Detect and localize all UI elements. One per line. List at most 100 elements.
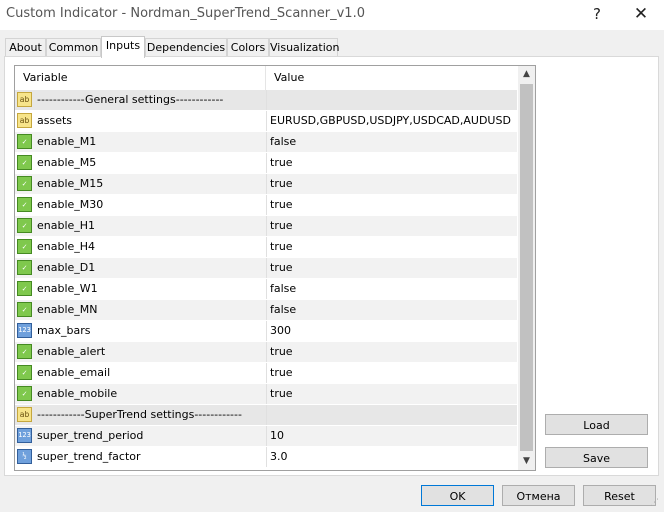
variable-cell: ✓ enable_H4 [15, 237, 267, 257]
variable-cell: 123 max_bars [15, 321, 267, 341]
table-row[interactable]: ✓ enable_M30 true [15, 195, 517, 216]
column-header-value[interactable]: Value [266, 66, 514, 90]
variable-cell: ✓ enable_W1 [15, 279, 267, 299]
variable-name: enable_D1 [37, 261, 96, 274]
text-type-icon: ab [17, 113, 32, 128]
integer-type-icon: 123 [17, 428, 32, 443]
bool-type-icon: ✓ [17, 197, 32, 212]
grid-header: Variable Value [15, 66, 517, 90]
tab-about[interactable]: About [5, 38, 46, 57]
table-row[interactable]: ✓ enable_D1 true [15, 258, 517, 279]
close-icon[interactable]: ✕ [626, 3, 656, 25]
variable-cell: ✓ enable_M1 [15, 132, 267, 152]
load-button[interactable]: Load [545, 414, 648, 435]
variable-cell: 123 super_trend_period [15, 426, 267, 446]
table-row[interactable]: ✓ enable_H1 true [15, 216, 517, 237]
variable-cell: ✓ enable_M5 [15, 153, 267, 173]
variable-cell: ✓ enable_H1 [15, 216, 267, 236]
variable-cell: ✓ enable_email [15, 363, 267, 383]
bool-type-icon: ✓ [17, 344, 32, 359]
value-cell [267, 90, 520, 110]
table-row[interactable]: ab assets EURUSD,GBPUSD,USDJPY,USDCAD,AUDU… [15, 111, 517, 132]
variable-cell: ✓ enable_M30 [15, 195, 267, 215]
section-row[interactable]: ab ------------General settings----------… [15, 90, 517, 111]
variable-cell: ab ------------SuperTrend settings-------… [15, 405, 267, 425]
tab-visualization[interactable]: Visualization [269, 38, 339, 57]
bool-type-icon: ✓ [17, 365, 32, 380]
value-cell[interactable]: true [267, 363, 520, 383]
resize-grip-icon[interactable]: ⋰ [650, 498, 662, 510]
value-cell[interactable]: 10 [267, 426, 520, 446]
value-cell[interactable]: true [267, 258, 520, 278]
variable-name: enable_M15 [37, 177, 104, 190]
variable-cell: ab assets [15, 111, 267, 131]
bool-type-icon: ✓ [17, 218, 32, 233]
value-cell[interactable]: false [267, 132, 520, 152]
section-row[interactable]: ab ------------SuperTrend settings-------… [15, 405, 517, 426]
reset-button[interactable]: Reset [583, 485, 656, 506]
variable-name: enable_M30 [37, 198, 104, 211]
table-row[interactable]: ✓ enable_M5 true [15, 153, 517, 174]
help-icon[interactable]: ? [582, 3, 612, 25]
bool-type-icon: ✓ [17, 134, 32, 149]
inputs-grid: Variable Value ab ------------General set… [14, 65, 536, 471]
table-row[interactable]: 123 max_bars 300 [15, 321, 517, 342]
variable-cell: ✓ enable_alert [15, 342, 267, 362]
scroll-up-icon[interactable]: ▲ [518, 66, 535, 83]
variable-name: enable_alert [37, 345, 106, 358]
variable-name: ------------General settings------------ [37, 93, 224, 106]
variable-name: enable_email [37, 366, 111, 379]
table-row[interactable]: ½ super_trend_factor 3.0 [15, 447, 517, 468]
table-row[interactable]: ✓ enable_W1 false [15, 279, 517, 300]
value-cell[interactable]: false [267, 279, 520, 299]
value-cell[interactable]: 300 [267, 321, 520, 341]
scroll-thumb[interactable] [520, 84, 533, 451]
tab-common[interactable]: Common [46, 38, 101, 57]
column-header-variable[interactable]: Variable [15, 66, 266, 90]
table-row[interactable]: ✓ enable_mobile true [15, 384, 517, 405]
value-cell[interactable]: true [267, 216, 520, 236]
variable-cell: ✓ enable_MN [15, 300, 267, 320]
ok-button[interactable]: OK [421, 485, 494, 506]
value-cell[interactable]: false [267, 300, 520, 320]
variable-name: super_trend_period [37, 429, 144, 442]
table-row[interactable]: ✓ enable_alert true [15, 342, 517, 363]
variable-name: enable_H1 [37, 219, 96, 232]
value-cell[interactable]: EURUSD,GBPUSD,USDJPY,USDCAD,AUDUSD [267, 111, 520, 131]
variable-name: enable_M1 [37, 135, 97, 148]
scroll-down-icon[interactable]: ▼ [518, 453, 535, 470]
variable-name: enable_M5 [37, 156, 97, 169]
value-cell[interactable]: true [267, 153, 520, 173]
variable-cell: ✓ enable_D1 [15, 258, 267, 278]
bool-type-icon: ✓ [17, 386, 32, 401]
value-cell[interactable]: true [267, 342, 520, 362]
tab-colors[interactable]: Colors [227, 38, 269, 57]
double-type-icon: ½ [17, 449, 32, 464]
table-row[interactable]: ✓ enable_M1 false [15, 132, 517, 153]
grid-rows: ab ------------General settings----------… [15, 90, 517, 468]
table-row[interactable]: ✓ enable_M15 true [15, 174, 517, 195]
table-row[interactable]: ✓ enable_email true [15, 363, 517, 384]
cancel-button[interactable]: Отмена [502, 485, 575, 506]
bool-type-icon: ✓ [17, 176, 32, 191]
table-row[interactable]: ✓ enable_MN false [15, 300, 517, 321]
save-button[interactable]: Save [545, 447, 648, 468]
variable-name: ------------SuperTrend settings---------… [37, 408, 242, 421]
variable-name: enable_W1 [37, 282, 98, 295]
value-cell[interactable]: true [267, 195, 520, 215]
value-cell[interactable]: true [267, 237, 520, 257]
table-row[interactable]: ✓ enable_H4 true [15, 237, 517, 258]
vertical-scrollbar[interactable]: ▲ ▼ [518, 66, 535, 470]
value-cell[interactable]: 3.0 [267, 447, 520, 467]
variable-cell: ½ super_trend_factor [15, 447, 267, 467]
variable-name: assets [37, 114, 73, 127]
variable-name: max_bars [37, 324, 91, 337]
tab-inputs[interactable]: Inputs [101, 36, 145, 58]
table-row[interactable]: 123 super_trend_period 10 [15, 426, 517, 447]
tab-dependencies[interactable]: Dependencies [145, 38, 227, 57]
text-type-icon: ab [17, 92, 32, 107]
text-type-icon: ab [17, 407, 32, 422]
value-cell[interactable]: true [267, 174, 520, 194]
value-cell[interactable]: true [267, 384, 520, 404]
bool-type-icon: ✓ [17, 302, 32, 317]
